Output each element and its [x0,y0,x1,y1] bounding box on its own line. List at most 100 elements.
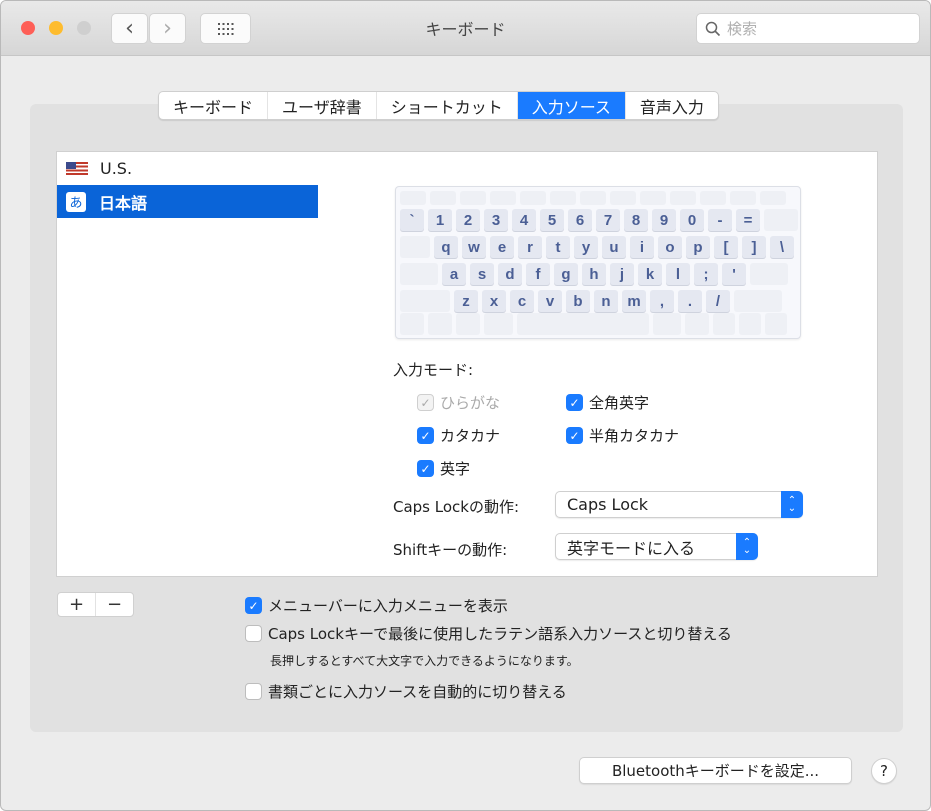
key: [ [714,236,738,258]
key: \ [770,236,794,258]
mode-katakana-checkbox[interactable]: ✓ カタカナ [417,425,500,446]
key: s [470,263,494,285]
key: = [736,209,760,231]
key: a [442,263,466,285]
title-bar: ‹ › キーボード 検索 [1,1,930,56]
key: 8 [624,209,648,231]
key: 5 [540,209,564,231]
mode-fullwidth-roman-checkbox[interactable]: ✓ 全角英字 [566,392,649,413]
key: y [574,236,598,258]
key: f [526,263,550,285]
key: d [498,263,522,285]
key: c [510,290,534,312]
key: 1 [428,209,452,231]
home-row: a s d f g h j k l; ' [400,263,788,285]
mode-halfwidth-katakana-checkbox[interactable]: ✓ 半角カタカナ [566,425,679,446]
keyboard-preview: ` 1 2 3 4 5 6 7 8 9 0- = q w e r t y u i o p[] \ a s d f g h j k l; ' … [395,186,801,339]
key: / [706,290,730,312]
modifier-key [400,236,430,258]
input-source-list: U.S. あ 日本語 [56,151,319,577]
help-button[interactable]: ? [871,758,897,784]
key: 0 [680,209,704,231]
help-icon: ? [880,762,888,780]
key: - [708,209,732,231]
shift-label: Shiftキーの動作: [393,541,508,559]
source-label: U.S. [100,159,133,178]
caps-lock-switch-checkbox[interactable]: Caps Lockキーで最後に使用したラテン語系入力ソースと切り替える [245,623,732,644]
checkbox-icon: ✓ [417,427,434,444]
key: u [602,236,626,258]
modifier-key [750,263,788,285]
key: x [482,290,506,312]
key: q [434,236,458,258]
setup-bluetooth-keyboard-button[interactable]: Bluetoothキーボードを設定... [579,757,852,784]
caps-lock-note: 長押しするとすべて大文字で入力できるようになります。 [270,654,579,668]
key: r [518,236,542,258]
key: i [630,236,654,258]
function-row [400,191,786,205]
key: 4 [512,209,536,231]
hiragana-icon: あ [66,191,86,212]
modifier-key [400,290,450,312]
updown-chevron-icon: ⌃ ⌄ [736,533,758,560]
add-source-button[interactable]: + [58,593,96,616]
key: 3 [484,209,508,231]
modifier-key [400,263,438,285]
mode-romaji-checkbox[interactable]: ✓ 英字 [417,458,470,479]
us-flag-icon [66,162,88,175]
input-mode-label: 入力モード: [393,361,474,379]
updown-chevron-icon: ⌃ ⌄ [781,491,803,518]
number-row: ` 1 2 3 4 5 6 7 8 9 0- = [400,209,798,231]
source-label: 日本語 [99,193,148,213]
key: o [658,236,682,258]
space-row [400,313,787,335]
mode-hiragana-checkbox: ✓ ひらがな [417,392,500,413]
key: b [566,290,590,312]
key: w [462,236,486,258]
remove-source-button[interactable]: − [96,593,133,616]
key: 2 [456,209,480,231]
tab-input-sources[interactable]: 入力ソース [517,92,626,119]
add-remove-buttons: + − [57,592,134,617]
search-placeholder: 検索 [727,20,758,38]
tab-bar: キーボード ユーザ辞書 ショートカット 入力ソース 音声入力 [158,91,719,120]
tab-shortcuts[interactable]: ショートカット [377,92,518,119]
key: m [622,290,646,312]
modifier-key [764,209,798,231]
checkbox-icon: ✓ [566,427,583,444]
show-input-menu-checkbox[interactable]: ✓ メニューバーに入力メニューを表示 [245,595,508,616]
checkbox-icon [245,625,262,642]
key: ` [400,209,424,231]
key: 7 [596,209,620,231]
key: p [686,236,710,258]
search-field[interactable]: 検索 [696,13,920,44]
tab-user-dictionary[interactable]: ユーザ辞書 [268,92,377,119]
key: g [554,263,578,285]
key: , [650,290,674,312]
key: e [490,236,514,258]
bottom-letter-row: z x c v b n m,. / [400,290,782,312]
shift-popup[interactable]: 英字モードに入る ⌃ ⌄ [555,533,758,560]
key: n [594,290,618,312]
key: ] [742,236,766,258]
key: ; [694,263,718,285]
modifier-key [734,290,782,312]
key: ' [722,263,746,285]
caps-lock-label: Caps Lockの動作: [393,498,520,516]
key: l [666,263,690,285]
tab-keyboard[interactable]: キーボード [159,92,269,119]
key: 9 [652,209,676,231]
key: . [678,290,702,312]
tab-dictation[interactable]: 音声入力 [626,92,718,119]
checkbox-icon: ✓ [417,394,434,411]
search-icon [705,21,721,36]
auto-switch-checkbox[interactable]: 書類ごとに入力ソースを自動的に切り替える [245,681,567,702]
checkbox-icon: ✓ [566,394,583,411]
source-item-japanese[interactable]: あ 日本語 [57,185,318,218]
top-letter-row: q w e r t y u i o p[] \ [400,236,794,258]
key: t [546,236,570,258]
key: h [582,263,606,285]
caps-lock-popup[interactable]: Caps Lock ⌃ ⌄ [555,491,803,518]
keyboard-preferences-window: ‹ › キーボード 検索 キーボード ユーザ辞書 ショートカット 入力ソース 音… [0,0,931,811]
source-item-us[interactable]: U.S. [57,152,318,185]
